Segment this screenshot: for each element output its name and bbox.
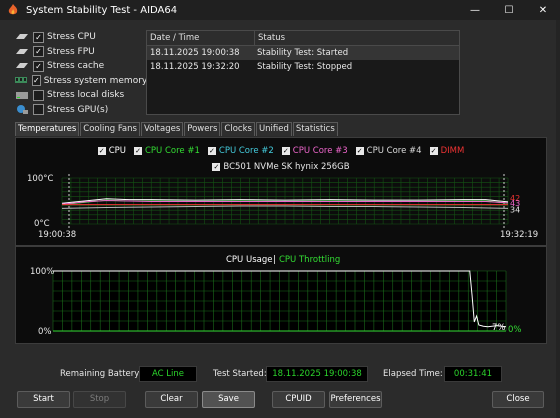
elapsed-time-value: 00:31:41 <box>444 366 502 382</box>
right-edge-scrollbar[interactable] <box>556 20 560 418</box>
minimize-button[interactable]: — <box>458 0 492 20</box>
y-axis-top-label: 100°C <box>27 174 53 184</box>
log-datetime: 18.11.2025 19:00:38 <box>150 48 240 58</box>
disk-icon <box>14 90 29 101</box>
end-value-label: 7% <box>492 323 506 333</box>
log-datetime: 18.11.2025 19:32:20 <box>150 62 240 72</box>
stress-cpu-label: Stress CPU <box>47 32 96 42</box>
stress-option-cpu[interactable]: ✓ Stress CPU <box>14 30 144 44</box>
y-axis-bottom-label: 0% <box>38 327 52 337</box>
aida64-logo-icon <box>8 4 18 15</box>
test-started-label: Test Started: <box>213 369 267 379</box>
elapsed-time-label: Elapsed Time: <box>383 369 443 379</box>
tab-voltages[interactable]: Voltages <box>140 122 184 136</box>
cpu-usage-graph-panel: CPU Usage | CPU Throttling 100% 0% 7% 0% <box>15 246 547 344</box>
log-status: Stability Test: Started <box>257 48 349 58</box>
stress-cpu-checkbox[interactable]: ✓ <box>33 31 44 43</box>
x-axis-end-label: 19:32:19 <box>500 230 538 240</box>
log-status: Stability Test: Stopped <box>257 62 353 72</box>
tab-temperatures[interactable]: Temperatures <box>15 122 80 136</box>
cpuid-button[interactable]: CPUID <box>272 391 325 408</box>
cpu-usage-chart: CPU Usage | CPU Throttling100%0% 7% 0% <box>30 255 522 337</box>
clear-button[interactable]: Clear <box>145 391 198 408</box>
stress-option-fpu[interactable]: ✓ Stress FPU <box>14 45 144 59</box>
gpu-icon <box>14 104 29 115</box>
end-value-label: 34 <box>510 205 520 214</box>
y-axis-bottom-label: 0°C <box>34 219 50 229</box>
stress-gpu-checkbox[interactable] <box>33 104 44 115</box>
stress-memory-checkbox[interactable]: ✓ <box>32 75 41 86</box>
stress-disks-label: Stress local disks <box>47 90 125 100</box>
stress-cache-label: Stress cache <box>47 61 105 71</box>
status-log-table[interactable]: Date / Time Status 18.11.2025 19:00:38 S… <box>146 30 460 115</box>
stop-button[interactable]: Stop <box>73 391 126 408</box>
chart-title-cpu-throttling: CPU Throttling <box>279 255 340 265</box>
log-row[interactable]: 18.11.2025 19:00:38 Stability Test: Star… <box>147 46 459 60</box>
x-axis-start-label: 19:00:38 <box>38 230 76 240</box>
end-value-label: 0% <box>508 325 522 335</box>
stress-memory-label: Stress system memory <box>43 75 148 86</box>
column-header-datetime[interactable]: Date / Time <box>147 31 255 45</box>
fpu-icon <box>14 46 29 57</box>
y-axis-top-label: 100% <box>30 267 54 277</box>
memory-icon <box>14 75 28 86</box>
temperature-graph-panel: ✓ CPU ✓ CPU Core #1 ✓ CPU Core #2 ✓ CPU … <box>15 137 547 246</box>
tab-unified[interactable]: Unified <box>255 122 292 136</box>
stress-disks-checkbox[interactable] <box>33 89 44 101</box>
stress-gpu-label: Stress GPU(s) <box>47 104 109 115</box>
preferences-button[interactable]: Preferences <box>329 391 382 408</box>
battery-value: AC Line <box>139 366 197 382</box>
test-started-value: 18.11.2025 19:00:38 <box>266 366 368 382</box>
chart-title-cpu-usage: CPU Usage <box>226 255 272 265</box>
stress-option-memory[interactable]: ✓ Stress system memory <box>14 74 147 88</box>
stress-option-disks[interactable]: Stress local disks <box>14 88 144 102</box>
stress-fpu-label: Stress FPU <box>47 46 95 57</box>
stress-option-cache[interactable]: ✓ Stress cache <box>14 59 144 73</box>
title-bar: System Stability Test - AIDA64 — ☐ ✕ <box>0 0 560 20</box>
tab-statistics[interactable]: Statistics <box>292 122 338 136</box>
tab-powers[interactable]: Powers <box>184 122 221 136</box>
close-window-button[interactable]: ✕ <box>526 0 560 20</box>
cpu-icon <box>14 32 29 43</box>
battery-label: Remaining Battery: <box>60 369 142 379</box>
tab-clocks[interactable]: Clocks <box>221 122 255 136</box>
stress-options: ✓ Stress CPU ✓ Stress FPU ✓ Stress cache… <box>14 30 147 117</box>
temperature-chart: 100°C0°C19:00:38 19:32:19424334 <box>27 174 538 240</box>
graph-tabs: Temperatures Cooling Fans Voltages Power… <box>15 122 339 136</box>
cache-icon <box>14 61 29 72</box>
column-header-status[interactable]: Status <box>255 31 459 45</box>
stress-option-gpu[interactable]: Stress GPU(s) <box>14 103 144 117</box>
save-button[interactable]: Save <box>202 391 255 408</box>
log-header: Date / Time Status <box>147 31 459 46</box>
window-title: System Stability Test - AIDA64 <box>26 4 178 16</box>
chart-title-separator: | <box>273 255 276 265</box>
start-button[interactable]: Start <box>17 391 70 408</box>
maximize-button[interactable]: ☐ <box>492 0 526 20</box>
stress-fpu-checkbox[interactable]: ✓ <box>33 46 44 57</box>
close-button[interactable]: Close <box>492 391 544 408</box>
tab-cooling-fans[interactable]: Cooling Fans <box>80 122 140 136</box>
stress-cache-checkbox[interactable]: ✓ <box>33 60 44 72</box>
status-bar: Remaining Battery: AC Line Test Started:… <box>0 366 560 382</box>
log-row[interactable]: 18.11.2025 19:32:20 Stability Test: Stop… <box>147 60 459 74</box>
